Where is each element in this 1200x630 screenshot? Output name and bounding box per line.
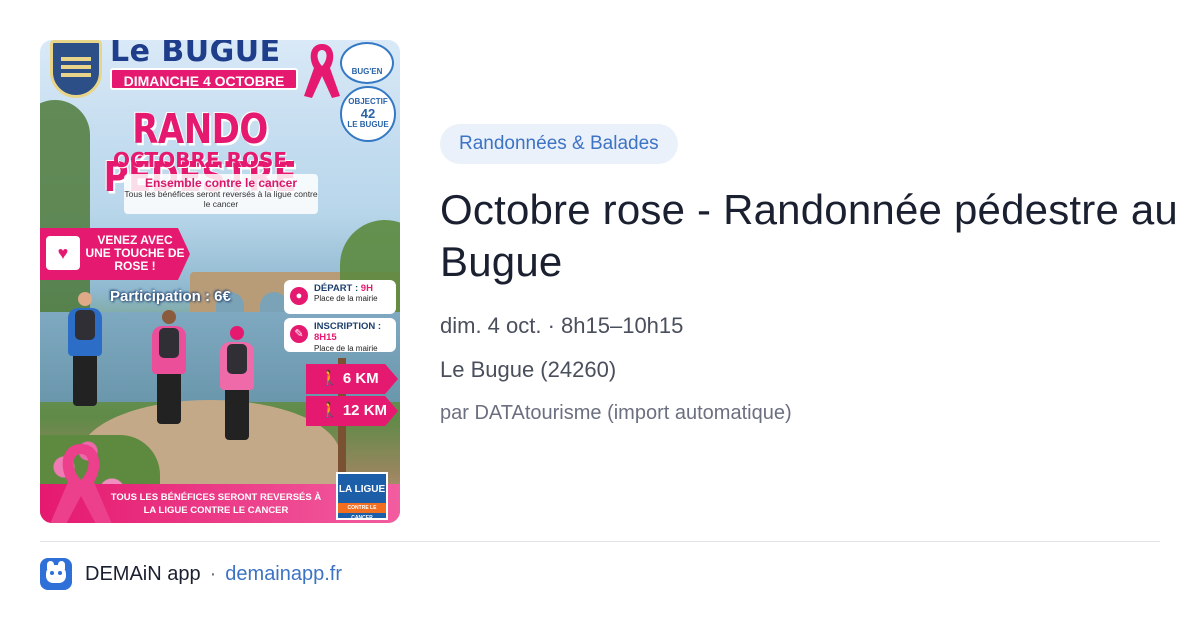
ligue-name: LA LIGUE bbox=[338, 484, 386, 495]
poster-venez-banner: ♥ VENEZ AVEC UNE TOUCHE DE ROSE ! bbox=[40, 228, 190, 280]
poster-subheadline: OCTOBRE ROSE bbox=[112, 148, 288, 172]
pink-ribbon-icon bbox=[304, 44, 340, 98]
poster-date: DIMANCHE 4 OCTOBRE bbox=[110, 68, 298, 90]
poster-venez-text: VENEZ AVEC UNE TOUCHE DE ROSE ! bbox=[85, 233, 185, 274]
poster-cause: Ensemble contre le cancer bbox=[144, 176, 298, 190]
app-name: DEMAiN app bbox=[85, 562, 201, 585]
event-title[interactable]: Octobre rose - Randonnée pédestre au Bug… bbox=[440, 184, 1180, 288]
map-pin-icon: ● bbox=[290, 287, 308, 305]
ligue-sub: CONTRE LE CANCER bbox=[338, 503, 386, 521]
poster-hiker bbox=[152, 310, 186, 424]
depart-label: DÉPART : bbox=[314, 283, 361, 294]
divider bbox=[40, 541, 1160, 542]
logo2-number: 42 bbox=[360, 105, 376, 121]
inscription-label: INSCRIPTION : bbox=[314, 321, 382, 332]
poster-hiker bbox=[68, 292, 102, 406]
inscription-time: 8H15 bbox=[314, 332, 337, 344]
inscription-place: Place de la mairie bbox=[314, 343, 378, 353]
poster-hiker bbox=[220, 326, 254, 440]
edit-icon: ✎ bbox=[290, 325, 308, 343]
app-website-link[interactable]: demainapp.fr bbox=[225, 563, 342, 586]
event-location: Le Bugue (24260) bbox=[440, 357, 617, 382]
poster-inscription-card: ✎ INSCRIPTION : 8H15 Place de la mairie bbox=[284, 318, 396, 353]
poster-bottom-text: TOUS LES BÉNÉFICES SERONT REVERSÉS À LA … bbox=[110, 492, 322, 516]
poster-participation: Participation : 6€ bbox=[110, 288, 231, 305]
category-chip[interactable]: Randonnées & Balades bbox=[440, 124, 678, 164]
event-source: par DATAtourisme (import automatique) bbox=[440, 402, 792, 424]
town-crest-icon bbox=[50, 40, 102, 98]
bugenfetes-logo: BUG'EN fêtes bbox=[340, 42, 394, 132]
footer-separator: · bbox=[209, 562, 217, 585]
poster-cause-box: Ensemble contre le cancer Tous les bénéf… bbox=[124, 174, 318, 214]
poster-depart-card: ● DÉPART : 9H Place de la mairie bbox=[284, 280, 396, 314]
depart-time: 9H bbox=[360, 283, 373, 294]
route-6km-sign: 🚶 6 KM bbox=[306, 364, 398, 394]
la-ligue-logo: LA LIGUE CONTRE LE CANCER bbox=[336, 472, 388, 521]
route-12km-sign: 🚶 12 KM bbox=[306, 396, 398, 426]
tshirt-icon: ♥ bbox=[46, 236, 80, 270]
event-poster-image[interactable]: Le BUGUE DIMANCHE 4 OCTOBRE BUG'EN fêtes… bbox=[40, 40, 400, 523]
poster-cause-note: Tous les bénéfices seront reversés à la … bbox=[124, 189, 318, 209]
poster-town: Le BUGUE bbox=[110, 40, 281, 69]
event-datetime: dim. 4 oct. · 8h15–10h15 bbox=[440, 313, 684, 338]
depart-place: Place de la mairie bbox=[314, 294, 378, 304]
app-icon-face bbox=[46, 565, 66, 583]
footer: DEMAiN app · demainapp.fr bbox=[40, 558, 342, 590]
demain-app-icon[interactable] bbox=[40, 558, 72, 590]
